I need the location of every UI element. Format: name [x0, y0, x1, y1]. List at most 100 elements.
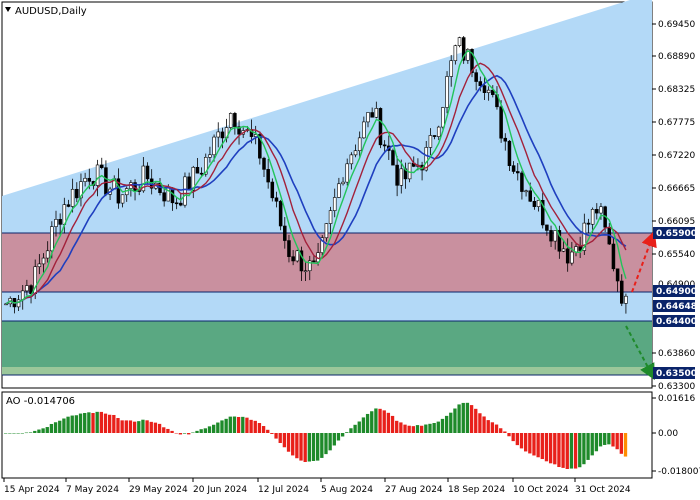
ao-bar [120, 420, 124, 433]
candle-body [482, 85, 487, 93]
candle-body [445, 76, 449, 108]
ao-bar [395, 420, 399, 433]
ao-bar [324, 433, 328, 455]
candle-body [453, 45, 458, 62]
candle-body [187, 176, 191, 191]
ao-bar [295, 433, 299, 459]
ao-bar [561, 433, 565, 468]
candle-body [266, 169, 270, 183]
ao-bar [482, 416, 486, 433]
ao-bar [553, 433, 557, 465]
candle-body [341, 181, 345, 185]
ao-bar [108, 414, 112, 433]
date-label: 7 May 2024 [66, 485, 119, 495]
ao-bar [145, 420, 149, 433]
date-label: 27 Aug 2024 [385, 485, 443, 495]
svg-text:0.65900: 0.65900 [656, 229, 697, 239]
ao-bar [444, 415, 449, 433]
ao-label: AO -0.014706 [6, 396, 75, 407]
ao-bar [478, 413, 482, 433]
ao-bar [128, 420, 133, 433]
ao-bar [503, 431, 507, 433]
candle-body [183, 176, 187, 206]
ao-bar [153, 422, 158, 433]
svg-text:0.64900: 0.64900 [656, 287, 697, 297]
ao-bar [548, 433, 553, 464]
ao-bar [461, 402, 465, 433]
ao-bar [132, 421, 137, 433]
ao-bar [411, 426, 416, 433]
candle-body [287, 240, 291, 257]
ao-bar [336, 433, 341, 441]
price-tick: 0.67775 [658, 118, 695, 128]
candle-body [54, 219, 58, 227]
ao-bar [303, 433, 307, 462]
ao-bar [62, 418, 66, 433]
price-tag-0.64900: 0.64900 [653, 285, 697, 297]
candle-body [499, 106, 503, 139]
ao-bar [507, 433, 511, 437]
ao-bar [74, 415, 79, 433]
ao-bar [103, 413, 108, 433]
symbol-label[interactable]: AUDUSD,Daily [15, 6, 87, 17]
trading-chart[interactable]: AUDUSD,Daily 0.69450 0.68890 0.68325 0.6… [0, 0, 700, 500]
ao-bar [12, 433, 16, 434]
candle-body [278, 200, 283, 227]
ao-bar [166, 428, 170, 433]
candle-body [312, 260, 316, 263]
ao-bar [345, 432, 349, 433]
ao-bar [382, 410, 386, 433]
ao-bar [578, 433, 582, 468]
ao-bar [340, 433, 345, 437]
candle-body [233, 113, 237, 128]
candle-body [208, 154, 212, 158]
candle-body [620, 280, 624, 304]
price-tick: 0.63860 [658, 349, 695, 359]
ao-bar [619, 433, 624, 454]
ao-bar [499, 428, 503, 433]
ao-bar [586, 433, 590, 460]
ao-bar [112, 414, 116, 433]
price-tag-0.64648: 0.64648 [653, 300, 697, 312]
ao-bar [403, 424, 407, 433]
candle-body [395, 164, 399, 186]
ao-bar [357, 421, 361, 433]
ao-bar [228, 416, 232, 433]
candle-body [58, 219, 62, 225]
ao-bar [70, 415, 74, 433]
ao-bar [420, 425, 424, 433]
candle-body [474, 72, 478, 82]
candle-body [545, 224, 549, 231]
date-label: 29 May 2024 [129, 485, 188, 495]
candle-body [345, 163, 349, 183]
ao-bar [440, 418, 445, 433]
candle-body [370, 112, 374, 118]
candle-body [95, 164, 100, 186]
ao-bar [187, 433, 191, 435]
base-band [2, 367, 652, 375]
ao-bar [141, 419, 145, 433]
ao-bar [311, 433, 316, 461]
candle-body [50, 226, 54, 252]
ao-bar [465, 402, 470, 433]
ao-bar [453, 408, 457, 433]
ao-bar [474, 408, 478, 433]
ao-bar [607, 433, 611, 445]
price-tick: 0.65540 [658, 250, 695, 260]
ao-bar [432, 423, 436, 433]
price-tick: 0.63300 [658, 382, 695, 392]
ao-bar [349, 428, 353, 433]
ao-bar [590, 433, 594, 456]
ao-bar [53, 422, 58, 433]
ao-bar [266, 429, 270, 433]
candle-body [599, 206, 603, 214]
ao-bar [532, 433, 536, 456]
ao-bar [203, 428, 208, 433]
ao-bar [291, 433, 295, 456]
ao-bar [490, 422, 495, 433]
ao-bar [540, 433, 544, 460]
price-tick: 0.68325 [658, 85, 695, 95]
ao-bar [557, 433, 561, 468]
price-tick: 0.68890 [658, 52, 695, 62]
ao-bar [195, 430, 199, 433]
